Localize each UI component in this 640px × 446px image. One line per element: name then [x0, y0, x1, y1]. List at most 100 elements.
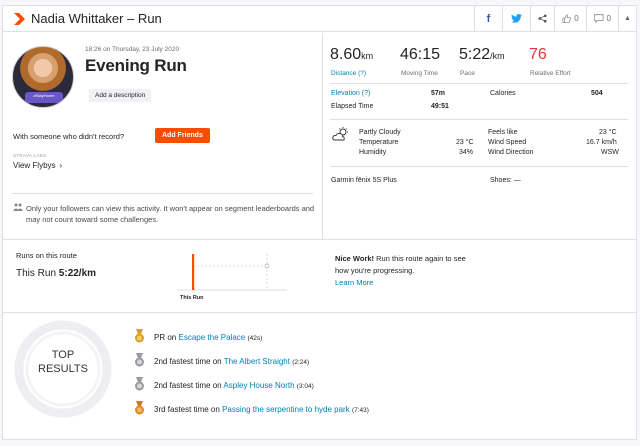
result-text-0: PR on Escape the Palace (42s): [154, 333, 262, 342]
page-title: Nadia Whittaker – Run: [31, 11, 162, 26]
header-toolbar: f 0 0 ▲: [474, 6, 636, 31]
result-time-1: (2:24): [292, 359, 310, 366]
relative-effort-value[interactable]: 76: [529, 46, 547, 64]
top-results-title: TOP RESULTS: [13, 348, 113, 376]
gold-medal-icon: [135, 329, 144, 343]
result-row-pr: [134, 329, 145, 343]
silver-medal-icon: [135, 353, 144, 367]
kudos-count: 0: [574, 14, 579, 23]
result-segment-link-2[interactable]: Aspley House North: [223, 381, 294, 390]
humidity-label: Humidity: [359, 149, 387, 156]
nice-work-heading: Nice Work!: [335, 254, 375, 263]
result-on-0: on: [167, 333, 177, 342]
add-description-button[interactable]: Add a description: [89, 89, 152, 102]
pace-stat: 5:22/km: [459, 46, 505, 64]
shoes-label: Shoes: —: [490, 177, 521, 184]
twitter-share-button[interactable]: [502, 6, 530, 31]
route-message: Nice Work! Run this route again to see h…: [335, 253, 475, 289]
distance-stat: 8.60km: [330, 46, 373, 64]
facebook-share-button[interactable]: f: [474, 6, 502, 31]
bronze-medal-icon: [135, 401, 144, 415]
panel-divider: [322, 33, 323, 239]
weather-condition: Partly Cloudy: [359, 129, 401, 136]
privacy-note: Only your followers can view this activi…: [26, 204, 315, 224]
result-rank-0: PR: [154, 333, 166, 342]
share-button[interactable]: [530, 6, 554, 31]
activity-datetime: 18:26 on Thursday, 23 July 2020: [85, 46, 180, 53]
pace-unit: /km: [490, 51, 505, 61]
learn-more-link[interactable]: Learn More: [335, 278, 373, 287]
activity-card: Nadia Whittaker – Run f 0 0 ▲ #StayHome …: [2, 5, 637, 440]
result-segment-link-1[interactable]: The Albert Straight: [224, 357, 290, 366]
distance-label[interactable]: Distance (?): [331, 70, 366, 77]
temperature-value: 23 °C: [456, 139, 474, 146]
caret-up-icon: ▲: [624, 15, 631, 22]
view-flybys-label: View Flybys: [13, 161, 56, 170]
result-rank-2: 2nd fastest time: [154, 381, 211, 390]
twitter-icon: [511, 14, 522, 23]
calories-label: Calories: [490, 90, 516, 97]
route-chart-label: This Run: [180, 295, 204, 301]
activity-name[interactable]: Evening Run: [85, 56, 187, 76]
top-results-title-line1: TOP: [51, 349, 75, 361]
result-row-2: [134, 377, 145, 393]
wind-speed-value: 16.7 km/h: [586, 139, 617, 146]
with-someone-text: With someone who didn't record?: [13, 132, 125, 141]
result-row-3: [134, 401, 145, 417]
result-time-0: (42s): [247, 335, 263, 342]
route-bottom-divider: [3, 312, 636, 313]
this-run-pace: 5:22/km: [58, 268, 97, 279]
left-divider: [12, 193, 313, 194]
result-row-1: [134, 353, 145, 369]
temperature-label: Temperature: [359, 139, 399, 146]
wind-speed-label: Wind Speed: [488, 139, 527, 146]
chevron-right-icon: ›: [59, 161, 63, 170]
this-run-summary: This Run 5:22/km: [16, 268, 96, 279]
stats-divider: [330, 83, 628, 84]
result-rank-1: 2nd fastest time: [154, 357, 211, 366]
facebook-icon: f: [486, 12, 491, 25]
result-segment-link-0[interactable]: Escape the Palace: [179, 333, 246, 342]
result-rank-3: 3rd fastest time: [154, 405, 209, 414]
elevation-value: 57m: [431, 90, 446, 97]
result-segment-link-3[interactable]: Passing the serpentine to hyde park: [222, 405, 350, 414]
comment-button[interactable]: 0: [586, 6, 618, 31]
result-time-2: (3:04): [296, 383, 314, 390]
stats-divider-2: [330, 119, 628, 120]
result-time-3: (7:43): [351, 407, 369, 414]
comment-count: 0: [606, 14, 611, 23]
athlete-avatar[interactable]: #StayHome: [12, 46, 74, 108]
relative-effort-label: Relative Effort: [530, 70, 571, 77]
comment-icon: [594, 14, 604, 23]
strava-labs-label: STRAVA LABS: [13, 153, 47, 158]
top-results-title-line2: RESULTS: [38, 363, 88, 375]
route-title: Runs on this route: [16, 251, 77, 260]
kudos-button[interactable]: 0: [554, 6, 586, 31]
this-run-bar[interactable]: [192, 254, 195, 290]
moving-time-value: 46:15: [400, 46, 441, 63]
feels-like-label: Feels like: [488, 129, 518, 136]
route-top-divider: [3, 239, 636, 240]
stay-home-badge: #StayHome: [25, 92, 63, 103]
elapsed-time-label: Elapsed Time: [331, 103, 374, 110]
wind-direction-label: Wind Direction: [488, 149, 534, 156]
pace-label: Pace: [460, 70, 475, 77]
group-icon: [13, 203, 23, 211]
calories-value: 504: [591, 90, 603, 97]
result-on-3: on: [210, 405, 220, 414]
distance-unit: km: [361, 51, 374, 61]
this-run-label: This Run: [16, 268, 57, 279]
thumbs-up-icon: [562, 14, 572, 23]
route-chart-point: [264, 263, 270, 269]
feels-like-value: 23 °C: [599, 129, 617, 136]
wind-direction-value: WSW: [601, 149, 619, 156]
collapse-chevron-icon[interactable]: [14, 13, 25, 25]
elevation-label[interactable]: Elevation (?): [331, 90, 370, 97]
view-flybys-link[interactable]: View Flybys ›: [13, 161, 62, 170]
result-text-3: 3rd fastest time on Passing the serpenti…: [154, 405, 369, 414]
more-options-button[interactable]: ▲: [618, 6, 636, 31]
partly-cloudy-icon: [332, 127, 348, 141]
device-name: Garmin fēnix 5S Plus: [331, 177, 397, 184]
result-on-2: on: [212, 381, 222, 390]
add-friends-button[interactable]: Add Friends: [155, 128, 210, 143]
